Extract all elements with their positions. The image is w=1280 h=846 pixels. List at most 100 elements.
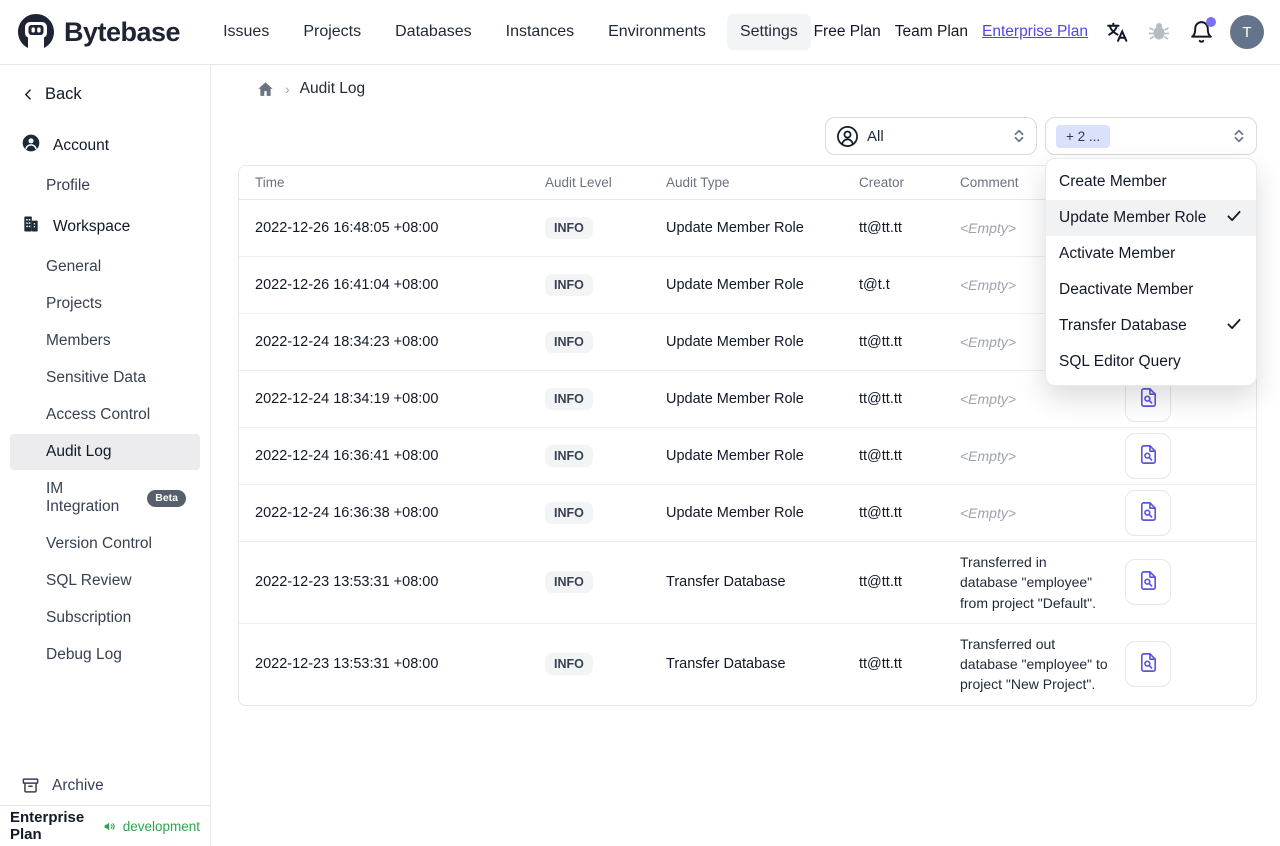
menu-item-transfer-database[interactable]: Transfer Database (1046, 308, 1256, 344)
audit-level-cell: INFO (529, 502, 650, 524)
current-plan-label: Enterprise Plan (10, 809, 85, 843)
home-icon[interactable] (256, 80, 275, 99)
document-search-icon (1137, 386, 1160, 412)
menu-item-label: Update Member Role (1059, 209, 1207, 226)
bytebase-logo[interactable]: Bytebase (16, 12, 181, 52)
sidebar-item-version-control[interactable]: Version Control (10, 526, 200, 562)
menu-item-label: Create Member (1059, 173, 1167, 190)
nav-link-databases[interactable]: Databases (382, 14, 485, 50)
document-search-icon (1137, 443, 1160, 469)
sidebar-item-debug-log[interactable]: Debug Log (10, 637, 200, 673)
menu-item-sql-editor-query[interactable]: SQL Editor Query (1046, 344, 1256, 380)
plan-team-plan[interactable]: Team Plan (895, 23, 968, 41)
sidebar-item-general[interactable]: General (10, 249, 200, 285)
audit-creator: tt@tt.tt (859, 334, 902, 350)
column-header-audit-level: Audit Level (545, 175, 612, 190)
audit-level-cell: INFO (529, 217, 650, 239)
sidebar-item-access-control[interactable]: Access Control (10, 397, 200, 433)
audit-time: 2022-12-26 16:48:05 +08:00 (255, 220, 439, 236)
check-icon (1225, 315, 1243, 338)
sidebar-group-label: Workspace (53, 217, 131, 235)
view-payload-button[interactable] (1125, 559, 1171, 606)
audit-level-badge: INFO (545, 502, 593, 524)
audit-type: Update Member Role (666, 505, 804, 521)
main-nav-links: Issues Projects Databases Instances Environm… (210, 14, 811, 50)
sidebar-item-subscription[interactable]: Subscription (10, 600, 200, 636)
person-circle-icon (837, 125, 858, 147)
view-payload-button[interactable] (1125, 641, 1171, 688)
sidebar-item-sensitive-data[interactable]: Sensitive Data (10, 360, 200, 396)
audit-level-cell: INFO (529, 653, 650, 676)
back-button[interactable]: Back (0, 79, 210, 104)
document-search-icon (1137, 569, 1160, 595)
nav-link-issues[interactable]: Issues (210, 14, 282, 50)
breadcrumb: › Audit Log (238, 77, 1257, 101)
audit-type-filter-tag: + 2 ... (1056, 124, 1111, 148)
nav-right: Free Plan Team Plan Enterprise Plan T (814, 15, 1264, 49)
sidebar-group-workspace: Workspace (0, 205, 210, 248)
plan-enterprise-plan[interactable]: Enterprise Plan (982, 23, 1088, 41)
audit-comment: <Empty> (960, 504, 1017, 521)
menu-item-label: Transfer Database (1059, 317, 1187, 334)
sidebar-groups: Account Profile Workspace General Projects Me… (0, 124, 210, 674)
audit-comment: Transferred out database "employee" to p… (960, 635, 1108, 693)
menu-item-update-member-role[interactable]: Update Member Role (1046, 200, 1256, 236)
audit-time: 2022-12-23 13:53:31 +08:00 (255, 574, 439, 591)
document-search-icon (1137, 651, 1160, 677)
payload-cell (1114, 485, 1256, 541)
creator-filter-value: All (867, 127, 884, 145)
nav-link-environments[interactable]: Environments (595, 14, 719, 50)
audit-creator: tt@tt.tt (859, 220, 902, 236)
menu-item-deactivate-member[interactable]: Deactivate Member (1046, 272, 1256, 308)
environment-label: development (122, 818, 200, 834)
audit-creator: tt@tt.tt (859, 574, 902, 591)
view-payload-button[interactable] (1125, 490, 1171, 536)
audit-creator: tt@tt.tt (859, 448, 902, 464)
chevron-left-icon (25, 89, 31, 100)
translate-icon[interactable] (1104, 19, 1130, 45)
bug-icon[interactable] (1146, 19, 1172, 45)
notification-dot (1206, 17, 1216, 27)
notifications-bell-icon[interactable] (1188, 17, 1216, 45)
plan-free-plan[interactable]: Free Plan (814, 23, 881, 41)
sidebar-footer: Enterprise Plan development (0, 805, 210, 846)
view-payload-button[interactable] (1125, 433, 1171, 479)
filter-row: All + 2 ... Create Member Update Member R… (238, 117, 1257, 386)
breadcrumb-separator: › (285, 81, 290, 97)
audit-level-badge: INFO (545, 653, 593, 676)
beta-badge: Beta (147, 489, 186, 507)
brand-name: Bytebase (64, 16, 181, 47)
sidebar-item-archive[interactable]: Archive (0, 766, 210, 805)
nav-link-instances[interactable]: Instances (493, 14, 587, 50)
sidebar-item-im-integration[interactable]: IM Integration Beta (10, 471, 200, 525)
nav-link-settings[interactable]: Settings (726, 14, 811, 50)
sidebar-item-profile[interactable]: Profile (10, 168, 200, 204)
sidebar-item-sql-review[interactable]: SQL Review (10, 563, 200, 599)
archive-icon (22, 778, 39, 793)
audit-level-cell: INFO (529, 388, 650, 410)
audit-level-badge: INFO (545, 571, 593, 594)
audit-creator: tt@tt.tt (859, 656, 902, 673)
payload-cell (1114, 428, 1256, 484)
select-chevrons-icon (1234, 129, 1244, 143)
sidebar-item-audit-log[interactable]: Audit Log (10, 434, 200, 470)
menu-item-label: SQL Editor Query (1059, 353, 1181, 370)
audit-level-cell: INFO (529, 274, 650, 296)
column-header-creator: Creator (859, 175, 905, 190)
menu-item-activate-member[interactable]: Activate Member (1046, 236, 1256, 272)
audit-creator: tt@tt.tt (859, 391, 902, 407)
audit-type-filter-select[interactable]: + 2 ... (1045, 117, 1257, 155)
sidebar-item-projects[interactable]: Projects (10, 286, 200, 322)
audit-type: Update Member Role (666, 277, 804, 293)
nav-link-projects[interactable]: Projects (290, 14, 374, 50)
sidebar-item-label: Debug Log (46, 646, 122, 663)
payload-cell (1114, 554, 1256, 610)
menu-item-create-member[interactable]: Create Member (1046, 164, 1256, 200)
avatar[interactable]: T (1230, 15, 1264, 49)
creator-filter-select[interactable]: All (825, 117, 1037, 155)
table-row: 2022-12-24 16:36:38 +08:00 INFO Update Mem… (239, 484, 1256, 541)
sidebar-item-label: IM Integration (46, 480, 120, 515)
sidebar-item-members[interactable]: Members (10, 323, 200, 359)
archive-label: Archive (52, 776, 104, 794)
audit-comment: Transferred in database "employee" from … (960, 554, 1096, 611)
